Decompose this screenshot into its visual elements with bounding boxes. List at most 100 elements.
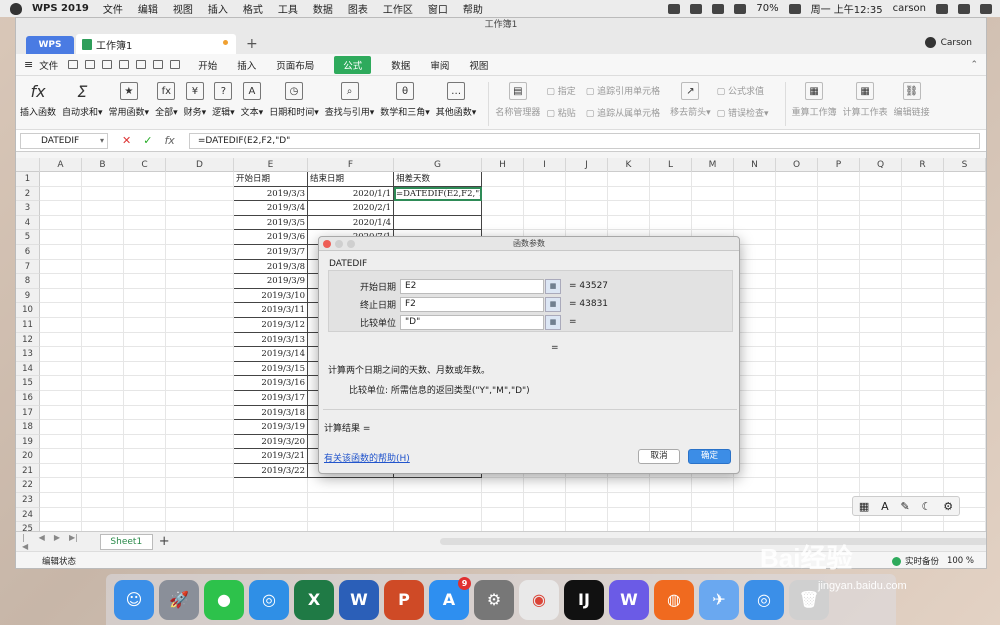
cell-q17[interactable] xyxy=(860,405,902,421)
row-header[interactable]: 7 xyxy=(16,259,40,275)
cell-p5[interactable] xyxy=(818,230,860,245)
cell-s20[interactable] xyxy=(944,449,986,464)
cell-h2[interactable] xyxy=(482,186,524,202)
cell-s21[interactable] xyxy=(944,463,986,479)
cell-c12[interactable] xyxy=(124,332,166,348)
chart-icon[interactable]: ▦ xyxy=(859,500,869,513)
column-header-m[interactable]: M xyxy=(692,158,734,172)
cell-a5[interactable] xyxy=(40,230,82,245)
cell-q3[interactable] xyxy=(860,201,902,216)
cell-e4[interactable]: 2019/3/5 xyxy=(234,215,308,231)
cell-c3[interactable] xyxy=(124,201,166,216)
cell-n10[interactable] xyxy=(734,303,776,318)
cell-e17[interactable]: 2019/3/18 xyxy=(234,405,308,421)
cell-q21[interactable] xyxy=(860,463,902,479)
cell-p17[interactable] xyxy=(818,405,860,421)
document-tab[interactable]: 工作簿1 xyxy=(76,34,236,54)
cell-j22[interactable] xyxy=(566,478,608,494)
cell-f1[interactable]: 结束日期 xyxy=(308,172,394,187)
cell-o4[interactable] xyxy=(776,215,818,231)
cell-b5[interactable] xyxy=(82,230,124,245)
cell-s11[interactable] xyxy=(944,317,986,333)
cell-n12[interactable] xyxy=(734,332,776,348)
cell-b8[interactable] xyxy=(82,274,124,289)
cell-q19[interactable] xyxy=(860,434,902,450)
intellij-icon[interactable]: IJ xyxy=(564,579,604,620)
cell-m4[interactable] xyxy=(692,215,734,231)
cell-n8[interactable] xyxy=(734,274,776,289)
cell-e15[interactable]: 2019/3/16 xyxy=(234,376,308,391)
cell-o1[interactable] xyxy=(776,172,818,187)
cell-o15[interactable] xyxy=(776,376,818,391)
cell-r8[interactable] xyxy=(902,274,944,289)
row-header[interactable]: 22 xyxy=(16,478,40,494)
wifi-icon[interactable] xyxy=(712,3,725,14)
cell-g2[interactable]: =DATEDIF(E2,F2,"D" xyxy=(394,186,482,202)
function-help-link[interactable]: 有关该函数的帮助(H) xyxy=(324,451,410,464)
finder-icon[interactable]: ☺ xyxy=(114,579,154,620)
cell-o6[interactable] xyxy=(776,244,818,260)
all-functions-button[interactable]: fx 全部▾ xyxy=(155,82,178,118)
cell-k23[interactable] xyxy=(608,493,650,508)
cell-d7[interactable] xyxy=(166,259,234,275)
launchpad-icon[interactable]: 🚀 xyxy=(159,579,199,620)
cell-f24[interactable] xyxy=(308,507,394,523)
cell-a1[interactable] xyxy=(40,172,82,187)
cell-d18[interactable] xyxy=(166,420,234,435)
cell-b23[interactable] xyxy=(82,493,124,508)
select-all-corner[interactable] xyxy=(16,158,40,172)
cell-o10[interactable] xyxy=(776,303,818,318)
cell-g23[interactable] xyxy=(394,493,482,508)
cell-g22[interactable] xyxy=(394,478,482,494)
cell-c20[interactable] xyxy=(124,449,166,464)
name-manager-button[interactable]: ▤ 名称管理器 xyxy=(495,82,540,118)
column-header-p[interactable]: P xyxy=(818,158,860,172)
cell-c9[interactable] xyxy=(124,288,166,304)
save-icon[interactable] xyxy=(85,60,96,69)
cell-e1[interactable]: 开始日期 xyxy=(234,172,308,187)
cell-b17[interactable] xyxy=(82,405,124,421)
common-functions-button[interactable]: ★ 常用函数▾ xyxy=(109,82,149,118)
cell-b21[interactable] xyxy=(82,463,124,479)
cell-l23[interactable] xyxy=(650,493,692,508)
menu-data[interactable]: 数据 xyxy=(313,1,333,16)
cell-j23[interactable] xyxy=(566,493,608,508)
row-header[interactable]: 2 xyxy=(16,186,40,202)
row-header[interactable]: 4 xyxy=(16,215,40,231)
cell-c24[interactable] xyxy=(124,507,166,523)
menu-workspace[interactable]: 工作区 xyxy=(383,1,413,16)
menu-insert[interactable]: 插入 xyxy=(208,1,228,16)
cell-s22[interactable] xyxy=(944,478,986,494)
cell-b6[interactable] xyxy=(82,244,124,260)
arg-input-unit[interactable]: "D" xyxy=(400,314,544,330)
cell-a19[interactable] xyxy=(40,434,82,450)
cell-h1[interactable] xyxy=(482,172,524,187)
cell-o22[interactable] xyxy=(776,478,818,494)
cell-m22[interactable] xyxy=(692,478,734,494)
firefox-icon[interactable]: ◍ xyxy=(654,579,694,620)
cell-o2[interactable] xyxy=(776,186,818,202)
cell-r6[interactable] xyxy=(902,244,944,260)
cell-q13[interactable] xyxy=(860,347,902,362)
cell-d14[interactable] xyxy=(166,361,234,377)
minimize-icon[interactable] xyxy=(335,240,343,248)
cell-k3[interactable] xyxy=(608,201,650,216)
cell-e25[interactable] xyxy=(234,522,308,531)
cell-p7[interactable] xyxy=(818,259,860,275)
cell-i25[interactable] xyxy=(524,522,566,531)
cell-q22[interactable] xyxy=(860,478,902,494)
cell-j2[interactable] xyxy=(566,186,608,202)
wps-office-icon[interactable]: W xyxy=(609,579,649,620)
cell-l24[interactable] xyxy=(650,507,692,523)
cell-n16[interactable] xyxy=(734,390,776,406)
cell-r5[interactable] xyxy=(902,230,944,245)
cell-c7[interactable] xyxy=(124,259,166,275)
cell-d19[interactable] xyxy=(166,434,234,450)
column-header-d[interactable]: D xyxy=(166,158,234,172)
cell-d1[interactable] xyxy=(166,172,234,187)
pen-icon[interactable]: ✎ xyxy=(900,500,909,513)
cell-a2[interactable] xyxy=(40,186,82,202)
cell-a16[interactable] xyxy=(40,390,82,406)
cell-r17[interactable] xyxy=(902,405,944,421)
siri-icon[interactable] xyxy=(958,3,970,14)
